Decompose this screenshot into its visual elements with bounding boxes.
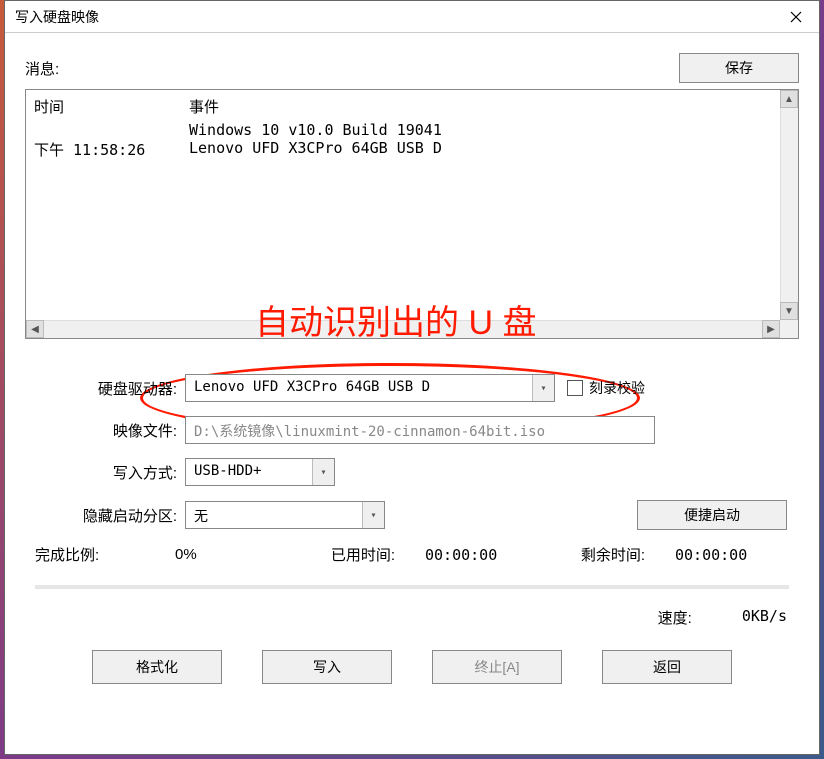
content-area: 消息: 保存 时间 事件 Windows 10 v10.0 Build 1904… xyxy=(5,33,819,754)
log-cell-event: Lenovo UFD X3CPro 64GB USB D xyxy=(189,139,772,160)
remaining-label: 剩余时间: xyxy=(525,544,645,565)
log-inner: 时间 事件 Windows 10 v10.0 Build 19041 下午 11… xyxy=(26,90,780,320)
chevron-down-icon: ▾ xyxy=(312,459,334,485)
close-icon xyxy=(790,11,802,23)
abort-button: 终止[A] xyxy=(432,650,562,684)
save-button[interactable]: 保存 xyxy=(679,53,799,83)
speed-label: 速度: xyxy=(658,607,692,628)
verify-label: 刻录校验 xyxy=(589,378,645,398)
status-row: 完成比例: 0% 已用时间: 00:00:00 剩余时间: 00:00:00 xyxy=(25,544,799,565)
done-ratio-value: 0% xyxy=(135,546,275,563)
write-mode-combo[interactable]: USB-HDD+ ▾ xyxy=(185,458,335,486)
scroll-v-track xyxy=(780,108,798,302)
checkbox-box-icon xyxy=(567,380,583,396)
row-write-mode: 写入方式: USB-HDD+ ▾ xyxy=(75,458,787,486)
image-label: 映像文件: xyxy=(75,420,185,441)
log-header-time: 时间 xyxy=(34,96,189,117)
hidden-boot-value: 无 xyxy=(186,502,362,528)
scroll-left-icon: ◀ xyxy=(26,320,44,338)
speed-row: 速度: 0KB/s xyxy=(25,589,799,628)
log-box: 时间 事件 Windows 10 v10.0 Build 19041 下午 11… xyxy=(25,89,799,339)
log-rows: Windows 10 v10.0 Build 19041 下午 11:58:26… xyxy=(34,121,772,160)
drive-label: 硬盘驱动器: xyxy=(75,378,185,399)
message-label: 消息: xyxy=(25,58,59,79)
image-file-input[interactable]: D:\系统镜像\linuxmint-20-cinnamon-64bit.iso xyxy=(185,416,655,444)
scrollbar-horizontal[interactable]: ◀ ▶ xyxy=(26,320,780,338)
write-mode-value: USB-HDD+ xyxy=(186,459,312,485)
titlebar: 写入硬盘映像 xyxy=(5,1,819,33)
row-image: 映像文件: D:\系统镜像\linuxmint-20-cinnamon-64bi… xyxy=(75,416,787,444)
chevron-down-icon: ▾ xyxy=(532,375,554,401)
hidden-boot-combo[interactable]: 无 ▾ xyxy=(185,501,385,529)
log-cell-time xyxy=(34,121,189,139)
scroll-corner xyxy=(780,320,798,338)
remaining-value: 00:00:00 xyxy=(645,546,747,564)
elapsed-label: 已用时间: xyxy=(275,544,395,565)
drive-combo[interactable]: Lenovo UFD X3CPro 64GB USB D ▾ xyxy=(185,374,555,402)
top-row: 消息: 保存 xyxy=(25,53,799,83)
log-cell-time: 下午 11:58:26 xyxy=(34,139,189,160)
close-button[interactable] xyxy=(773,1,819,33)
window-title: 写入硬盘映像 xyxy=(15,7,99,27)
format-button[interactable]: 格式化 xyxy=(92,650,222,684)
done-ratio-label: 完成比例: xyxy=(35,544,135,565)
log-row: Windows 10 v10.0 Build 19041 xyxy=(34,121,772,139)
log-header: 时间 事件 xyxy=(34,96,772,117)
speed-value: 0KB/s xyxy=(742,607,787,628)
log-row: 下午 11:58:26 Lenovo UFD X3CPro 64GB USB D xyxy=(34,139,772,160)
hidden-boot-label: 隐藏启动分区: xyxy=(75,505,185,526)
row-hidden-boot: 隐藏启动分区: 无 ▾ 便捷启动 xyxy=(75,500,787,530)
scroll-h-track xyxy=(44,320,762,338)
elapsed-value: 00:00:00 xyxy=(395,546,525,564)
log-cell-event: Windows 10 v10.0 Build 19041 xyxy=(189,121,772,139)
scroll-up-icon: ▲ xyxy=(780,90,798,108)
dialog-window: 写入硬盘映像 消息: 保存 时间 事件 Windows 10 v xyxy=(4,0,820,755)
log-header-event: 事件 xyxy=(189,96,772,117)
scroll-down-icon: ▼ xyxy=(780,302,798,320)
button-row: 格式化 写入 终止[A] 返回 xyxy=(25,650,799,684)
verify-checkbox[interactable]: 刻录校验 xyxy=(567,378,645,398)
chevron-down-icon: ▾ xyxy=(362,502,384,528)
quick-boot-button[interactable]: 便捷启动 xyxy=(637,500,787,530)
write-button[interactable]: 写入 xyxy=(262,650,392,684)
scroll-right-icon: ▶ xyxy=(762,320,780,338)
scrollbar-vertical[interactable]: ▲ ▼ xyxy=(780,90,798,320)
form-area: 硬盘驱动器: Lenovo UFD X3CPro 64GB USB D ▾ 刻录… xyxy=(25,374,799,530)
back-button[interactable]: 返回 xyxy=(602,650,732,684)
write-mode-label: 写入方式: xyxy=(75,462,185,483)
drive-value: Lenovo UFD X3CPro 64GB USB D xyxy=(186,375,532,401)
row-drive: 硬盘驱动器: Lenovo UFD X3CPro 64GB USB D ▾ 刻录… xyxy=(75,374,787,402)
